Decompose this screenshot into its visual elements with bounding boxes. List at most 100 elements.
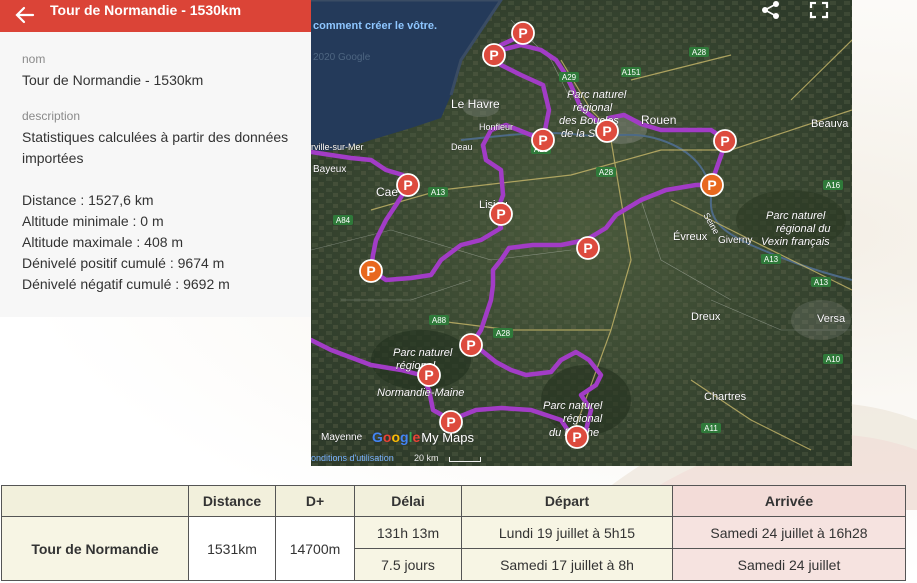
svg-text:A88: A88: [432, 316, 447, 325]
map-label-versailles: Versa: [817, 313, 846, 325]
map-label-evreux: Évreux: [673, 230, 708, 243]
map-label-deauville: Deau: [451, 142, 473, 152]
map-label-pnr-perche: Parc naturel: [543, 400, 603, 412]
road-shield: A28: [596, 167, 616, 177]
back-arrow-icon[interactable]: [14, 4, 36, 26]
map-help-link[interactable]: comment créer le vôtre.: [313, 20, 437, 32]
map-label-le-havre: Le Havre: [451, 97, 500, 111]
route-marker[interactable]: P: [511, 21, 535, 45]
svg-text:P: P: [496, 206, 505, 222]
road-shield: A88: [429, 315, 449, 325]
road-shield: A11: [701, 423, 721, 433]
road-shield: A16: [823, 180, 843, 190]
table-header-arrivee: Arrivée: [672, 485, 906, 517]
svg-text:P: P: [518, 25, 527, 41]
stat-elevation-loss: Dénivelé négatif cumulé : 9692 m: [22, 276, 230, 292]
route-marker[interactable]: P: [700, 173, 724, 197]
panel-title: Tour de Normandie - 1530km: [50, 2, 242, 18]
table-cell-distance: 1531km: [188, 516, 276, 581]
map-label-bayeux: Bayeux: [313, 164, 346, 175]
table-cell-depart: Lundi 19 juillet à 5h15: [461, 516, 673, 549]
map-label-pnr-vexin: Vexin français: [761, 236, 830, 248]
map-label-beauvais: Beauva: [811, 118, 849, 130]
map-view[interactable]: Le Havre Rouen Beauva Bayeux Cae Lisieu …: [311, 0, 852, 466]
fullscreen-icon[interactable]: [808, 0, 830, 20]
table-header-depart: Départ: [461, 485, 673, 517]
route-marker[interactable]: P: [396, 173, 420, 197]
stat-distance: Distance : 1527,6 km: [22, 192, 154, 208]
road-shield: A13: [428, 187, 448, 197]
info-panel: Tour de Normandie - 1530km nom Tour de N…: [0, 0, 311, 317]
map-label-pnr-nm: Normandie-Maine: [377, 387, 464, 399]
svg-text:P: P: [366, 263, 375, 279]
route-marker[interactable]: P: [531, 128, 555, 152]
table-header-dplus: D+: [275, 485, 355, 517]
map-label-honfleur: Honfleur: [479, 122, 513, 132]
table-row: Tour de Normandie 1531km 14700m 131h 13m…: [1, 516, 906, 581]
svg-text:A151: A151: [622, 68, 641, 77]
route-marker[interactable]: P: [595, 119, 619, 143]
svg-text:A28: A28: [692, 48, 707, 57]
svg-text:P: P: [446, 414, 455, 430]
svg-text:A13: A13: [431, 188, 446, 197]
table-cell-route-name: Tour de Normandie: [1, 516, 189, 581]
road-shield: A28: [493, 328, 513, 338]
map-label-pnr-vexin: Parc naturel: [766, 210, 826, 222]
table-header-delai: Délai: [354, 485, 462, 517]
route-marker[interactable]: P: [713, 129, 737, 153]
terms-of-use-link[interactable]: onditions d'utilisation: [311, 453, 394, 463]
results-table: Distance D+ Délai Départ Arrivée Tour de…: [1, 485, 906, 581]
road-shield: A29: [559, 72, 579, 82]
svg-text:A13: A13: [814, 278, 829, 287]
map-label-pnr-vexin: régional du: [776, 223, 830, 235]
panel-header: Tour de Normandie - 1530km: [0, 0, 311, 32]
svg-text:A13: A13: [764, 255, 779, 264]
route-marker[interactable]: P: [576, 236, 600, 260]
name-value: Tour de Normandie - 1530km: [22, 72, 204, 88]
route-marker[interactable]: P: [489, 202, 513, 226]
svg-text:A28: A28: [599, 168, 614, 177]
road-shield: A13: [761, 254, 781, 264]
table-header-distance: Distance: [188, 485, 276, 517]
map-label-rouen: Rouen: [641, 113, 676, 127]
svg-text:A84: A84: [336, 216, 351, 225]
route-marker[interactable]: P: [565, 425, 589, 449]
road-shield: A151: [621, 67, 641, 77]
name-label: nom: [22, 52, 46, 66]
svg-text:P: P: [707, 177, 716, 193]
map-label-chartres: Chartres: [704, 391, 747, 403]
table-cell-dplus: 14700m: [275, 516, 355, 581]
map-label-caen: Cae: [376, 185, 398, 199]
svg-text:A16: A16: [826, 181, 841, 190]
description-label: description: [22, 109, 81, 123]
svg-text:P: P: [466, 337, 475, 353]
map-label-pnr-seine: Parc naturel: [567, 89, 627, 101]
map-label-pnr-seine: régional: [573, 102, 613, 114]
svg-text:P: P: [403, 177, 412, 193]
scale-label: 20 km: [414, 453, 439, 463]
route-marker[interactable]: P: [417, 363, 441, 387]
svg-text:P: P: [602, 123, 611, 139]
map-label-giverny: Giverny: [718, 235, 752, 246]
table-header-row: Distance D+ Délai Départ Arrivée: [1, 485, 906, 517]
route-marker[interactable]: P: [482, 43, 506, 67]
svg-text:P: P: [583, 240, 592, 256]
map-label-arville: rville-sur-Mer: [311, 142, 364, 152]
google-mymaps-logo: GoogleMy Maps: [372, 429, 474, 445]
road-shield: A10: [823, 354, 843, 364]
svg-text:P: P: [489, 47, 498, 63]
svg-text:A11: A11: [704, 424, 718, 433]
table-cell-arrivee: Samedi 24 juillet à 16h28: [672, 516, 906, 549]
table-cell-arrivee: Samedi 24 juillet: [672, 548, 906, 581]
svg-text:P: P: [424, 367, 433, 383]
share-icon[interactable]: [760, 0, 782, 20]
table-cell-depart: Samedi 17 juillet à 8h: [461, 548, 673, 581]
table-header-empty: [1, 485, 189, 517]
map-label-pnr-perche: régional: [563, 413, 603, 425]
road-shield: A84: [333, 215, 353, 225]
map-copyright: 2020 Google: [313, 52, 371, 63]
road-shield: A13: [811, 277, 831, 287]
route-marker[interactable]: P: [459, 333, 483, 357]
route-marker[interactable]: P: [359, 259, 383, 283]
table-cell-delai: 7.5 jours: [354, 548, 462, 581]
